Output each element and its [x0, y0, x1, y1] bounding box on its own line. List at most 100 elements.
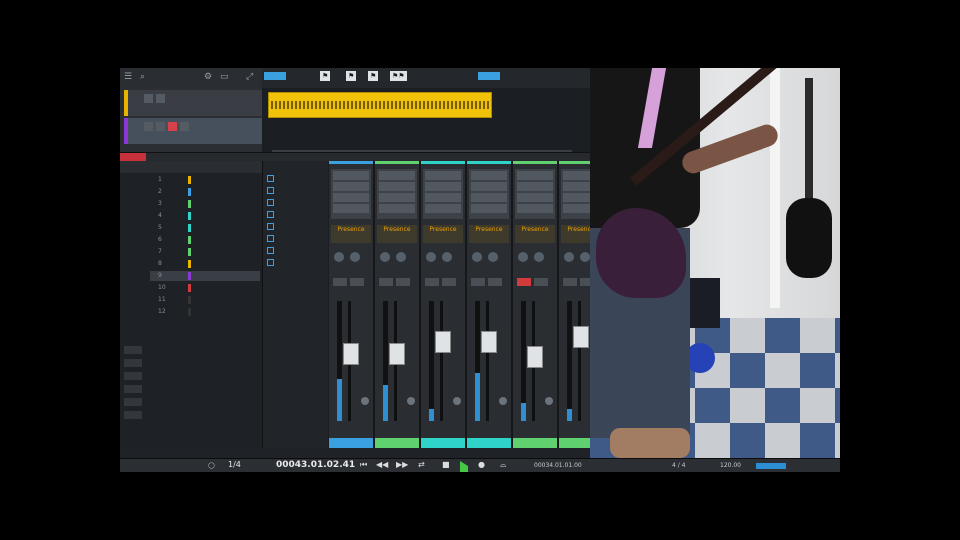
insert-rack[interactable]	[331, 169, 371, 219]
send-knob[interactable]	[488, 252, 498, 262]
track-header-selected[interactable]	[124, 118, 264, 144]
rewind-button[interactable]: ◀◀	[376, 460, 388, 469]
send-knob[interactable]	[518, 252, 528, 262]
monitor-button[interactable]	[350, 278, 364, 286]
monitor-button[interactable]	[442, 278, 456, 286]
channel-list-item[interactable]	[267, 199, 327, 209]
punch-button[interactable]: ⌓	[500, 460, 506, 470]
marker-flag[interactable]: ⚑	[368, 71, 379, 81]
channel-list-item[interactable]	[267, 187, 327, 197]
loop-button[interactable]: ⇄	[418, 460, 425, 469]
input-selector[interactable]: Presence	[377, 225, 417, 243]
send-knob[interactable]	[564, 252, 574, 262]
volume-fader[interactable]	[389, 343, 405, 365]
monitor-button[interactable]	[534, 278, 548, 286]
marker-flag[interactable]: ⚑⚑	[390, 71, 407, 81]
loop-end-marker[interactable]	[478, 72, 500, 80]
wrench-icon[interactable]: ⚙	[204, 72, 214, 82]
send-knob[interactable]	[580, 252, 590, 262]
input-selector[interactable]: Presence	[515, 225, 555, 243]
channel-list-item[interactable]	[267, 223, 327, 233]
menu-icon[interactable]: ☰	[124, 72, 134, 82]
send-knob[interactable]	[334, 252, 344, 262]
insert-rack[interactable]	[377, 169, 417, 219]
channel-name-label[interactable]	[375, 438, 419, 448]
record-arm-button[interactable]	[333, 278, 347, 286]
list-item[interactable]: 11	[150, 295, 260, 305]
record-arm-button[interactable]	[425, 278, 439, 286]
list-item[interactable]: 5	[150, 223, 260, 233]
side-button[interactable]	[124, 398, 142, 406]
channel-list-item[interactable]	[267, 211, 327, 221]
monitor-button[interactable]	[488, 278, 502, 286]
solo-button[interactable]	[156, 94, 165, 103]
list-item[interactable]: 6	[150, 235, 260, 245]
list-item[interactable]: 8	[150, 259, 260, 269]
track-header[interactable]	[124, 90, 264, 116]
volume-fader[interactable]	[527, 346, 543, 368]
right-position[interactable]: 00034.01.01.00	[534, 462, 582, 469]
tempo-display[interactable]: 120.00	[720, 462, 741, 469]
pan-knob[interactable]	[453, 397, 461, 405]
side-button[interactable]	[124, 385, 142, 393]
timeline-ruler[interactable]: ⚑ ⚑ ⚑ ⚑⚑	[262, 68, 590, 88]
input-selector[interactable]: Presence	[469, 225, 509, 243]
monitor-button[interactable]	[180, 122, 189, 131]
send-knob[interactable]	[350, 252, 360, 262]
pan-knob[interactable]	[407, 397, 415, 405]
record-arm-button[interactable]	[471, 278, 485, 286]
send-knob[interactable]	[426, 252, 436, 262]
channel-list-item[interactable]	[267, 175, 327, 185]
arrange-view[interactable]	[262, 88, 590, 158]
list-item-selected[interactable]: 9	[150, 271, 260, 281]
mute-button[interactable]	[144, 94, 153, 103]
timecode-display[interactable]: 00043.01.02.41	[276, 460, 355, 470]
volume-fader[interactable]	[481, 331, 497, 353]
play-button[interactable]	[460, 461, 478, 472]
volume-fader[interactable]	[343, 343, 359, 365]
list-item[interactable]: 7	[150, 247, 260, 257]
insert-rack[interactable]	[515, 169, 555, 219]
list-item[interactable]: 4	[150, 211, 260, 221]
mute-button[interactable]	[144, 122, 153, 131]
input-selector[interactable]: Presence	[423, 225, 463, 243]
send-knob[interactable]	[396, 252, 406, 262]
list-item[interactable]: 12	[150, 307, 260, 317]
pan-knob[interactable]	[361, 397, 369, 405]
list-item[interactable]: 1	[150, 175, 260, 185]
record-arm-button[interactable]	[563, 278, 577, 286]
expand-icon[interactable]: ⤢	[246, 72, 256, 82]
stop-button[interactable]: ■	[442, 460, 450, 469]
rewind-to-start-button[interactable]: ⏮	[360, 460, 367, 470]
channel-list-item[interactable]	[267, 247, 327, 257]
send-knob[interactable]	[442, 252, 452, 262]
record-arm-button[interactable]	[379, 278, 393, 286]
monitor-button[interactable]	[396, 278, 410, 286]
volume-fader[interactable]	[573, 326, 589, 348]
insert-rack[interactable]	[423, 169, 463, 219]
record-arm-button[interactable]	[517, 278, 531, 286]
channel-name-label[interactable]	[329, 438, 373, 448]
list-item[interactable]: 3	[150, 199, 260, 209]
solo-button[interactable]	[156, 122, 165, 131]
record-button[interactable]: ●	[478, 460, 485, 469]
channel-name-label[interactable]	[421, 438, 465, 448]
channel-list-item[interactable]	[267, 235, 327, 245]
audio-clip[interactable]	[268, 92, 492, 118]
channel-name-label[interactable]	[513, 438, 557, 448]
list-item[interactable]: 2	[150, 187, 260, 197]
volume-fader[interactable]	[435, 331, 451, 353]
side-button[interactable]	[124, 346, 142, 354]
side-button[interactable]	[124, 359, 142, 367]
send-knob[interactable]	[534, 252, 544, 262]
search-icon[interactable]: ⌕	[140, 72, 150, 82]
insert-rack[interactable]	[469, 169, 509, 219]
pan-knob[interactable]	[545, 397, 553, 405]
side-button[interactable]	[124, 411, 142, 419]
loop-icon[interactable]: ◯	[208, 462, 215, 469]
channel-name-label[interactable]	[467, 438, 511, 448]
list-item[interactable]: 10	[150, 283, 260, 293]
loop-start-marker[interactable]	[264, 72, 286, 80]
send-knob[interactable]	[380, 252, 390, 262]
side-button[interactable]	[124, 372, 142, 380]
